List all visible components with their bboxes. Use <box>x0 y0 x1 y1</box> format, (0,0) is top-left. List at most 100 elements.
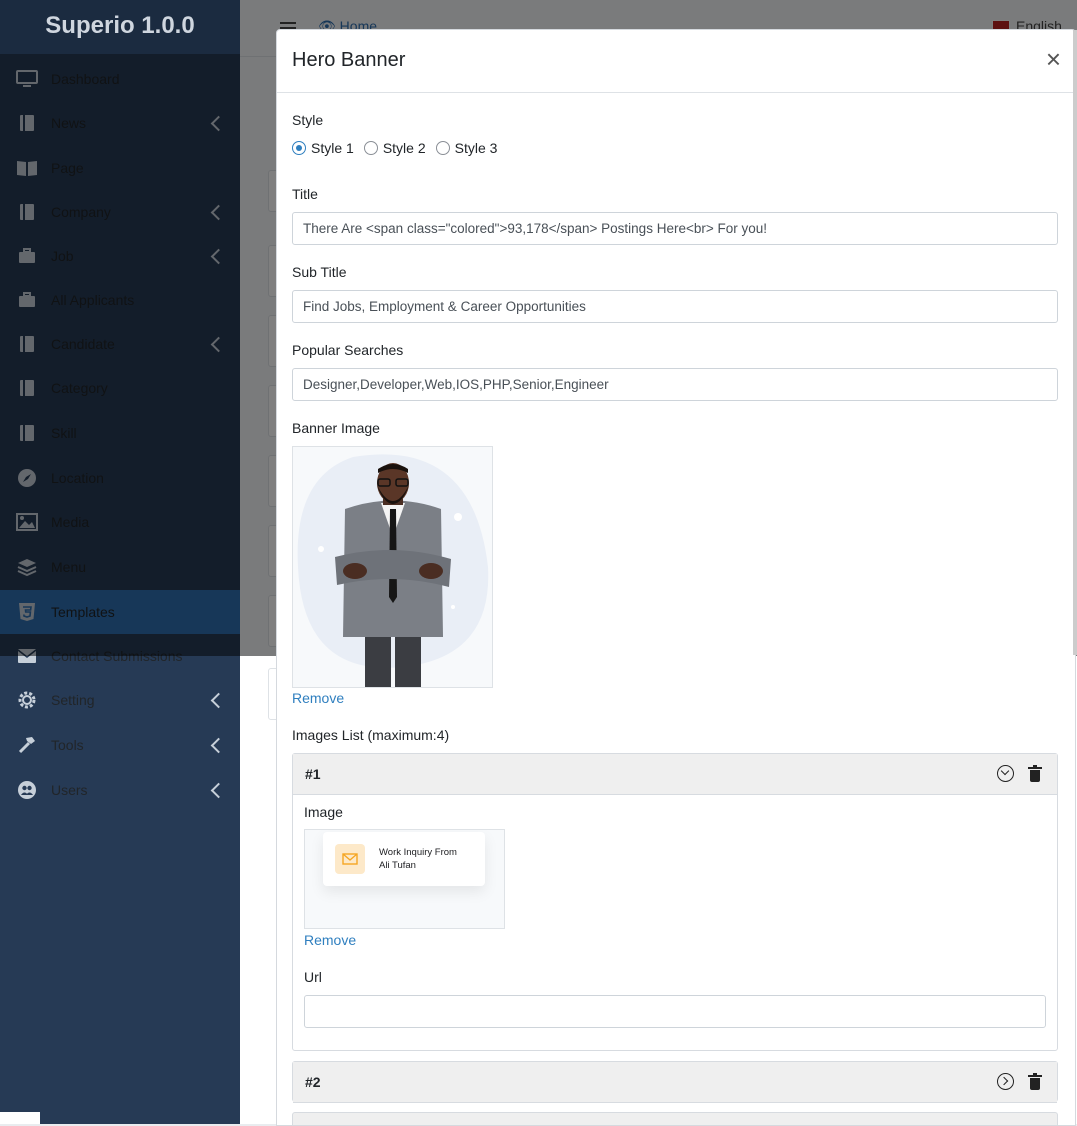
close-button[interactable]: × <box>1046 46 1061 72</box>
sidebar-item-label: Location <box>51 470 104 486</box>
html5-icon <box>16 601 38 623</box>
style-1-radio[interactable] <box>292 141 306 155</box>
sidebar-item-label: Company <box>51 204 111 220</box>
businessman-image <box>293 447 492 687</box>
title-input[interactable]: There Are <span class="colored">93,178</… <box>292 212 1058 245</box>
modal-header: Hero Banner × <box>277 30 1075 93</box>
book-icon <box>16 333 38 355</box>
list-item-header: #1 <box>293 754 1057 795</box>
sidebar-item-all-applicants[interactable]: All Applicants <box>0 278 240 322</box>
sidebar-item-label: Category <box>51 380 108 396</box>
chevron-left-icon <box>210 336 227 352</box>
briefcase-icon <box>16 245 38 267</box>
brand-title[interactable]: Superio 1.0.0 <box>0 0 240 54</box>
scrollbar[interactable] <box>1073 30 1077 655</box>
sidebar-item-menu[interactable]: Menu <box>0 545 240 589</box>
style-2-option[interactable]: Style 2 <box>363 140 426 156</box>
item-remove-link[interactable]: Remove <box>304 932 356 948</box>
sidebar-item-label: Job <box>51 248 74 264</box>
book-icon <box>16 377 38 399</box>
layers-icon <box>16 556 38 578</box>
sidebar-item-label: Candidate <box>51 336 115 352</box>
sidebar-item-media[interactable]: Media <box>0 500 240 544</box>
chevron-left-icon <box>210 737 227 753</box>
sidebar-item-category[interactable]: Category <box>0 366 240 410</box>
envelope-icon <box>16 645 38 667</box>
sidebar-item-label: Dashboard <box>51 71 120 87</box>
briefcase-icon <box>16 289 38 311</box>
chevron-left-icon <box>210 248 227 264</box>
book-icon <box>16 201 38 223</box>
banner-remove-link[interactable]: Remove <box>292 690 344 706</box>
style-label: Style <box>292 112 324 128</box>
images-list-item-1: #1 Image Work Inquiry From Ali Tufan Rem… <box>292 753 1058 1051</box>
sidebar-item-location[interactable]: Location <box>0 456 240 500</box>
sidebar-item-dashboard[interactable]: Dashboard <box>0 57 240 101</box>
users-icon <box>16 779 38 801</box>
sidebar-item-label: All Applicants <box>51 292 135 308</box>
item-image-label: Image <box>304 804 343 820</box>
sidebar-item-contact-submissions[interactable]: Contact Submissions <box>0 634 240 678</box>
sidebar-item-label: News <box>51 115 87 131</box>
corner-badge <box>0 1112 40 1124</box>
popular-searches-label: Popular Searches <box>292 342 404 358</box>
book-icon <box>16 112 38 134</box>
sidebar-item-setting[interactable]: Setting <box>0 678 240 722</box>
style-3-label: Style 3 <box>454 140 498 156</box>
sidebar-item-label: Menu <box>51 559 87 575</box>
style-2-radio[interactable] <box>363 141 378 155</box>
sidebar-item-label: Setting <box>51 692 95 708</box>
compass-icon <box>16 467 38 489</box>
hammer-icon <box>16 734 38 756</box>
trash-icon[interactable] <box>1028 765 1042 782</box>
sidebar-item-page[interactable]: Page <box>0 146 240 190</box>
sidebar-item-skill[interactable]: Skill <box>0 411 240 455</box>
images-list-item-2: #2 <box>292 1061 1058 1103</box>
modal-title: Hero Banner <box>292 49 406 71</box>
style-2-label: Style 2 <box>382 140 426 156</box>
sidebar-item-label: Media <box>51 514 90 530</box>
item-image-preview: Work Inquiry From Ali Tufan <box>304 829 505 929</box>
image-icon <box>16 511 38 533</box>
subtitle-input[interactable]: Find Jobs, Employment & Career Opportuni… <box>292 290 1058 323</box>
book-icon <box>16 422 38 444</box>
chevron-left-icon <box>210 692 227 708</box>
inquiry-card-line-2: Ali Tufan <box>379 860 416 871</box>
sidebar-item-templates[interactable]: Templates <box>0 590 240 634</box>
list-item-header: #2 <box>293 1062 1057 1103</box>
title-label: Title <box>292 186 318 202</box>
banner-image-preview <box>292 446 493 688</box>
sidebar-item-label: Tools <box>51 737 84 753</box>
sidebar-item-label: Page <box>51 160 84 176</box>
sidebar-item-company[interactable]: Company <box>0 190 240 234</box>
banner-image-label: Banner Image <box>292 420 380 436</box>
sidebar-item-candidate[interactable]: Candidate <box>0 322 240 366</box>
style-1-option[interactable]: Style 1 <box>292 140 354 156</box>
expand-toggle-icon[interactable] <box>997 1073 1014 1090</box>
inquiry-card-line-1: Work Inquiry From <box>379 847 457 858</box>
sidebar-item-job[interactable]: Job <box>0 234 240 278</box>
sidebar-item-label: Skill <box>51 425 77 441</box>
trash-icon[interactable] <box>1028 1073 1042 1090</box>
sidebar-item-users[interactable]: Users <box>0 768 240 812</box>
inquiry-card: Work Inquiry From Ali Tufan <box>323 832 485 886</box>
sidebar-item-news[interactable]: News <box>0 101 240 145</box>
item-url-input[interactable] <box>304 995 1046 1028</box>
collapse-toggle-icon[interactable] <box>997 765 1014 782</box>
list-item-number: #1 <box>305 766 321 782</box>
monitor-icon <box>16 68 38 90</box>
item-url-label: Url <box>304 969 322 985</box>
hero-banner-modal: Hero Banner × Style Style 1 Style 2 Styl… <box>276 29 1076 1126</box>
style-3-radio[interactable] <box>435 141 450 155</box>
sidebar: Superio 1.0.0 Dashboard News Page Compan… <box>0 0 240 1124</box>
style-3-option[interactable]: Style 3 <box>435 140 498 156</box>
chevron-left-icon <box>210 115 227 131</box>
sidebar-item-tools[interactable]: Tools <box>0 723 240 767</box>
gear-icon <box>16 689 38 711</box>
popular-searches-input[interactable]: Designer,Developer,Web,IOS,PHP,Senior,En… <box>292 368 1058 401</box>
envelope-icon <box>335 844 365 874</box>
style-1-label: Style 1 <box>311 140 354 156</box>
sidebar-item-label: Users <box>51 782 88 798</box>
sidebar-item-label: Contact Submissions <box>51 648 183 664</box>
chevron-left-icon <box>210 204 227 220</box>
